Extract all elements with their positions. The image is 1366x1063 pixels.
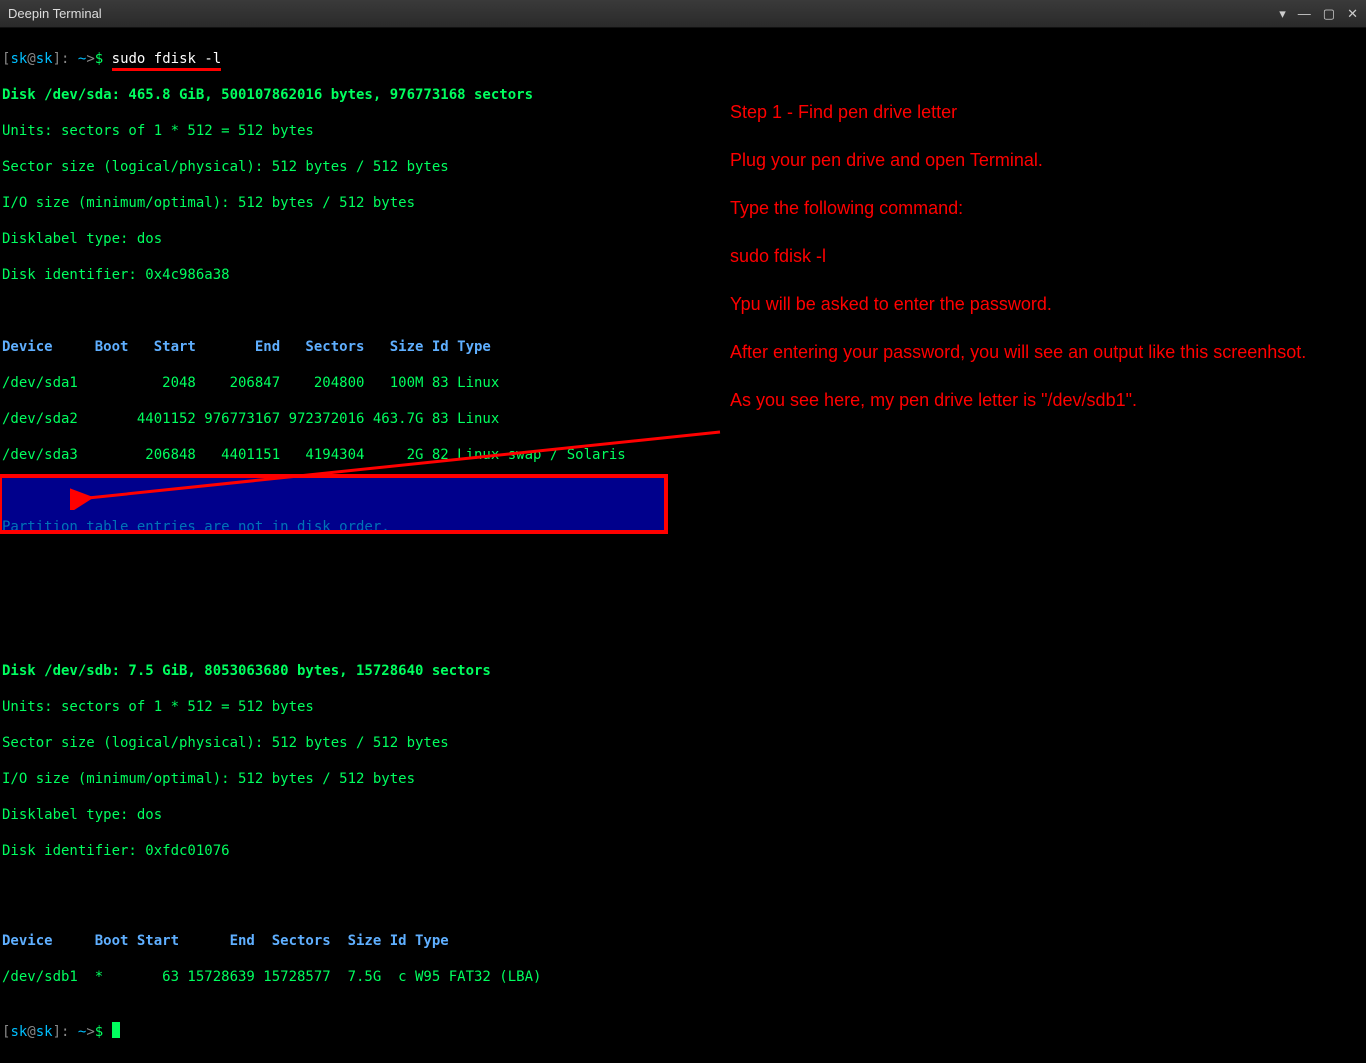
disk-sdb-label: Disklabel type: dos (2, 806, 1364, 824)
blank-line (2, 590, 1364, 608)
entered-command: sudo fdisk -l (112, 51, 222, 71)
blank-line (2, 878, 1364, 896)
cursor-icon (112, 1022, 120, 1038)
menu-icon[interactable]: ▾ (1279, 5, 1286, 23)
window-title: Deepin Terminal (8, 5, 1279, 23)
blank-line (2, 554, 1364, 572)
close-icon[interactable]: ✕ (1347, 5, 1358, 23)
highlighted-sdb-table: Device Boot Start End Sectors Size Id Ty… (2, 914, 1364, 1004)
table-row: /dev/sdb1 * 63 15728639 15728577 7.5G c … (2, 968, 1364, 986)
window-controls: ▾ — ▢ ✕ (1279, 5, 1358, 23)
disk-sdb-units: Units: sectors of 1 * 512 = 512 bytes (2, 698, 1364, 716)
disk-sdb-sector: Sector size (logical/physical): 512 byte… (2, 734, 1364, 752)
partition-warning: Partition table entries are not in disk … (2, 518, 1364, 536)
maximize-icon[interactable]: ▢ (1323, 5, 1335, 23)
table-row: /dev/sda3 206848 4401151 4194304 2G 82 L… (2, 446, 1364, 464)
annotation-pw: Ypu will be asked to enter the password. (730, 292, 1350, 316)
disk-sdb-header: Disk /dev/sdb: 7.5 GiB, 8053063680 bytes… (2, 662, 1364, 680)
disk-sdb-ident: Disk identifier: 0xfdc01076 (2, 842, 1364, 860)
annotation-type: Type the following command: (730, 196, 1350, 220)
annotation-plug: Plug your pen drive and open Terminal. (730, 148, 1350, 172)
blank-line (2, 482, 1364, 500)
annotation-see: As you see here, my pen drive letter is … (730, 388, 1350, 412)
prompt-line-2: [sk@sk]: ~>$ (2, 1022, 1364, 1041)
annotation-panel: Step 1 - Find pen drive letter Plug your… (730, 100, 1350, 436)
minimize-icon[interactable]: — (1298, 5, 1311, 23)
annotation-cmd: sudo fdisk -l (730, 244, 1350, 268)
annotation-after: After entering your password, you will s… (730, 340, 1350, 364)
disk-sdb-io: I/O size (minimum/optimal): 512 bytes / … (2, 770, 1364, 788)
annotation-step: Step 1 - Find pen drive letter (730, 100, 1350, 124)
table-sdb-header: Device Boot Start End Sectors Size Id Ty… (2, 932, 1364, 950)
window-titlebar: Deepin Terminal ▾ — ▢ ✕ (0, 0, 1366, 28)
prompt-line-1: [sk@sk]: ~>$ sudo fdisk -l (2, 50, 1364, 68)
blank-line (2, 626, 1364, 644)
